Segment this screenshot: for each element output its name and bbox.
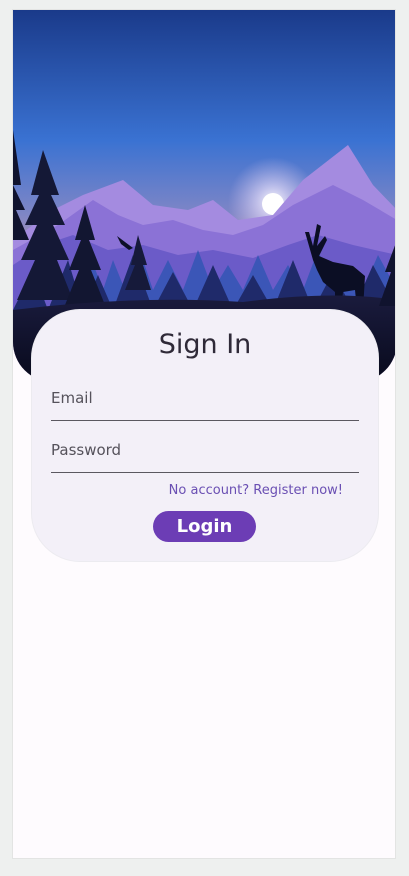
register-link[interactable]: No account? Register now! — [169, 483, 343, 498]
app-page: Sign In Email Password No account? Regis… — [12, 9, 396, 859]
signin-card: Sign In Email Password No account? Regis… — [32, 310, 378, 561]
password-input[interactable] — [51, 434, 363, 474]
password-field[interactable]: Password — [51, 434, 363, 474]
login-button[interactable]: Login — [153, 511, 256, 542]
signin-title: Sign In — [158, 329, 252, 360]
email-field[interactable]: Email — [51, 382, 363, 422]
email-input[interactable] — [51, 382, 363, 422]
